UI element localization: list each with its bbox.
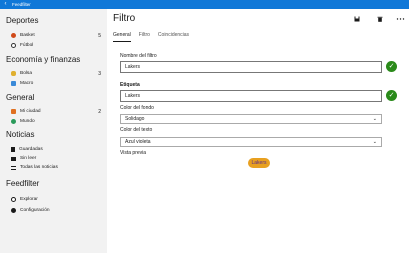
- sidebar-item-label: Fútbol: [20, 43, 34, 48]
- back-icon[interactable]: ‹: [0, 0, 11, 9]
- name-label: Nombre del filtro: [120, 53, 157, 59]
- sidebar-item-label: Bolsa: [20, 71, 32, 76]
- city-icon: [11, 109, 16, 114]
- gear-icon: [11, 208, 16, 213]
- sidebar-item-macro[interactable]: Macro: [11, 79, 101, 88]
- sidebar-item-bolsa[interactable]: Bolsa 3: [11, 69, 101, 78]
- more-icon[interactable]: [396, 16, 405, 24]
- sidebar-item-label: Explorar: [20, 197, 38, 202]
- bookmark-icon: [11, 147, 15, 152]
- sidebar-item-mi-ciudad[interactable]: Mi ciudad 2: [11, 107, 101, 116]
- category-economia: Economía y finanzas: [6, 55, 81, 64]
- globe-icon: [11, 119, 16, 124]
- tab-filtro[interactable]: Filtro: [139, 32, 150, 42]
- tag-input[interactable]: Lakers: [120, 90, 382, 102]
- preview-label: Vista previa: [120, 150, 147, 156]
- tab-coincidencias[interactable]: Coincidencias: [158, 32, 189, 42]
- unread-count: 2: [98, 108, 101, 115]
- main-panel: Filtro General Filtro Coincidencias Nomb…: [107, 9, 409, 253]
- name-valid-check-icon: ✓: [386, 61, 397, 72]
- sidebar-item-todas[interactable]: Todas las noticias: [11, 163, 101, 172]
- money-bag-icon: [11, 71, 16, 76]
- chart-icon: [11, 81, 16, 86]
- list-icon: [11, 165, 16, 170]
- text-color-label: Color del texto: [120, 127, 153, 133]
- soccer-ball-icon: [11, 43, 16, 48]
- sidebar-item-label: Mi ciudad: [20, 109, 41, 114]
- chevron-down-icon: ⌄: [372, 139, 377, 145]
- unread-count: 5: [98, 32, 101, 39]
- sidebar-item-guardadas[interactable]: Guardadas: [11, 145, 101, 154]
- basketball-icon: [11, 33, 16, 38]
- category-general: General: [6, 93, 35, 102]
- sidebar-item-explorar[interactable]: Explorar: [11, 195, 101, 204]
- name-input[interactable]: Lakers: [120, 61, 382, 73]
- sidebar-item-label: Basket: [20, 33, 35, 38]
- sidebar-item-sin-leer[interactable]: Sin leer: [11, 154, 101, 163]
- sidebar-item-label: Todas las noticias: [20, 165, 58, 170]
- unread-count: 3: [98, 70, 101, 77]
- text-color-value: Azul violeta: [125, 139, 151, 145]
- sidebar-item-label: Sin leer: [20, 156, 37, 161]
- app-title: Feedfilter: [12, 2, 31, 7]
- category-deportes: Deportes: [6, 16, 39, 25]
- tab-general[interactable]: General: [113, 32, 131, 42]
- sidebar-item-label: Guardadas: [19, 147, 43, 152]
- sidebar-item-label: Macro: [20, 81, 34, 86]
- bg-color-label: Color del fondo: [120, 105, 154, 111]
- tab-bar: General Filtro Coincidencias: [113, 32, 189, 42]
- category-feedfilter: Feedfilter: [6, 179, 40, 188]
- compass-icon: [11, 197, 16, 202]
- tag-preview: Lakers: [248, 158, 270, 168]
- sidebar-item-basket[interactable]: Basket 5: [11, 31, 101, 40]
- bg-color-value: Solidago: [125, 116, 145, 122]
- trash-icon[interactable]: [377, 16, 383, 24]
- sidebar-item-configuracion[interactable]: Configuración: [11, 206, 101, 215]
- sidebar-item-label: Configuración: [20, 208, 50, 213]
- envelope-icon: [11, 156, 16, 161]
- page-title: Filtro: [113, 13, 136, 24]
- tag-valid-check-icon: ✓: [386, 90, 397, 101]
- category-noticias: Noticias: [6, 130, 35, 139]
- bg-color-select[interactable]: Solidago ⌄: [120, 114, 382, 124]
- sidebar: Deportes Basket 5 Fútbol Economía y fina…: [0, 9, 107, 253]
- tag-label: Etiqueta: [120, 82, 140, 88]
- sidebar-item-futbol[interactable]: Fútbol: [11, 41, 101, 50]
- save-icon[interactable]: [354, 16, 360, 24]
- sidebar-item-label: Mundo: [20, 119, 35, 124]
- sidebar-item-mundo[interactable]: Mundo: [11, 117, 101, 126]
- chevron-down-icon: ⌄: [372, 116, 377, 122]
- text-color-select[interactable]: Azul violeta ⌄: [120, 137, 382, 147]
- title-bar: ‹ Feedfilter: [0, 0, 409, 9]
